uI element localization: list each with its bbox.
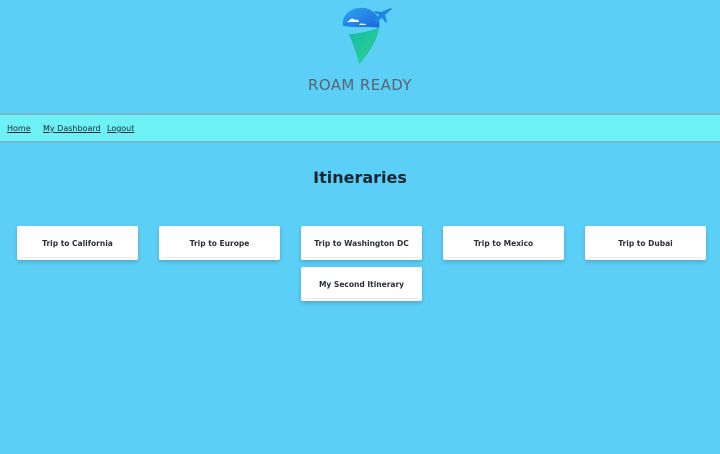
page: ROAM READY Home My Dashboard Logout Itin… (0, 0, 720, 454)
roam-ready-logo-icon (342, 7, 392, 64)
itinerary-card-mexico[interactable]: Trip to Mexico (443, 226, 564, 260)
card-divider (305, 257, 418, 258)
page-title: Itineraries (313, 168, 407, 187)
itinerary-card-my-second-itinerary[interactable]: My Second Itinerary (301, 267, 422, 301)
itinerary-card-california[interactable]: Trip to California (17, 226, 138, 260)
card-divider (305, 298, 418, 299)
itinerary-card-label: Trip to California (42, 238, 113, 248)
itinerary-card-europe[interactable]: Trip to Europe (159, 226, 280, 260)
nav-dashboard-link[interactable]: My Dashboard (43, 124, 101, 133)
itinerary-card-label: My Second Itinerary (318, 279, 405, 289)
nav-home-link[interactable]: Home (7, 124, 31, 133)
card-divider (163, 257, 276, 258)
brand-name: ROAM READY (308, 76, 412, 94)
header: ROAM READY (0, 0, 720, 112)
itinerary-card-dubai[interactable]: Trip to Dubai (585, 226, 706, 260)
itinerary-card-washington-dc[interactable]: Trip to Washington DC (301, 226, 422, 260)
itinerary-card-label: Trip to Dubai (618, 238, 673, 248)
card-divider (589, 257, 702, 258)
itinerary-card-label: Trip to Europe (189, 238, 250, 248)
itinerary-card-label: Trip to Mexico (473, 238, 534, 248)
nav-logout-link[interactable]: Logout (107, 124, 134, 133)
card-divider (447, 257, 560, 258)
itinerary-card-label: Trip to Washington DC (314, 238, 409, 248)
card-divider (21, 257, 134, 258)
nav-bar: Home My Dashboard Logout (0, 113, 720, 143)
